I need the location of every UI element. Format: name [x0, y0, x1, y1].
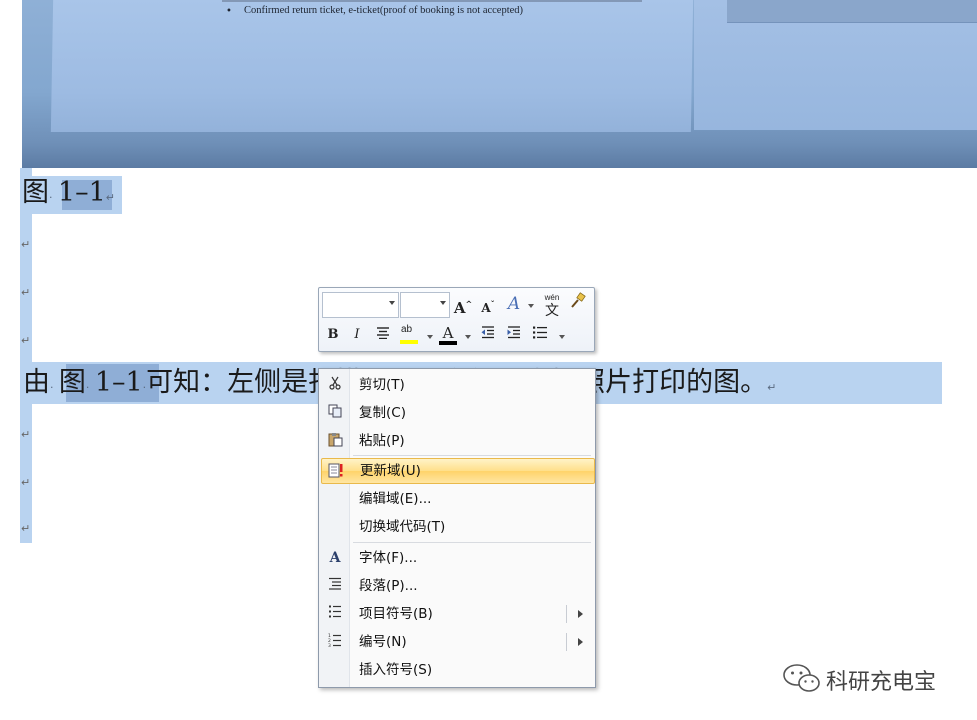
- bold-button[interactable]: B: [322, 324, 344, 346]
- menu-separator: [353, 542, 591, 543]
- shrink-font-button[interactable]: Aˇ: [477, 293, 499, 315]
- paragraph-mark: ↵: [21, 476, 31, 489]
- photo-bullet: •: [226, 6, 232, 17]
- paragraph-mark: ↵: [21, 334, 31, 347]
- caption-prefix: 图: [22, 177, 49, 208]
- photo-cut-text-line: [222, 0, 642, 2]
- center-align-icon: [377, 327, 389, 340]
- format-painter-icon: [571, 292, 586, 308]
- paragraph-icon: [325, 577, 345, 595]
- menu-item-cut[interactable]: 剪切(T): [321, 372, 593, 398]
- numbering-icon: 123: [325, 633, 345, 651]
- body-field-prefix[interactable]: 图: [59, 367, 86, 398]
- photo-text-line: Confirmed return ticket, e-ticket(proof …: [244, 5, 524, 16]
- menu-item-paragraph[interactable]: 段落(P)...: [321, 573, 593, 599]
- svg-text:3: 3: [328, 643, 331, 647]
- increase-indent-button[interactable]: [503, 324, 525, 346]
- increase-indent-icon: [507, 326, 520, 339]
- body-text-before: 由: [23, 367, 50, 398]
- wechat-icon: [783, 664, 820, 692]
- font-size-combo[interactable]: [400, 292, 450, 318]
- update-field-icon: [326, 463, 346, 481]
- font-name-combo[interactable]: [322, 292, 399, 318]
- photo-dark-block: [727, 0, 977, 23]
- menu-item-toggle-field-codes[interactable]: 切换域代码(T): [321, 514, 593, 540]
- menu-item-numbering[interactable]: 123 编号(N): [321, 629, 593, 655]
- photo-paper-left: [50, 0, 694, 132]
- font-color-swatch: [439, 341, 457, 345]
- context-menu: 剪切(T) 复制(C) 粘贴(P) 更新域(U) 编辑域(E)... 切换域代码…: [318, 368, 596, 688]
- menu-separator: [353, 455, 591, 456]
- submenu-divider: [566, 605, 567, 623]
- italic-button[interactable]: I: [346, 324, 368, 346]
- menu-item-bullets[interactable]: 项目符号(B): [321, 601, 593, 627]
- paragraph-mark: ↵: [21, 522, 31, 535]
- phonetic-guide-button[interactable]: wén 文: [539, 290, 565, 317]
- menu-item-edit-field[interactable]: 编辑域(E)...: [321, 486, 593, 512]
- decrease-indent-button[interactable]: [477, 324, 499, 346]
- bullets-icon: [533, 326, 547, 339]
- highlight-button[interactable]: ab: [398, 324, 420, 348]
- bullets-button[interactable]: [529, 324, 551, 346]
- figure-caption[interactable]: 图· 1–1↵: [22, 175, 115, 216]
- highlight-dropdown-icon[interactable]: [427, 335, 433, 339]
- menu-item-paste[interactable]: 粘贴(P): [321, 428, 593, 454]
- font-icon: A: [329, 550, 341, 566]
- document-photo: • Confirmed return ticket, e-ticket(proo…: [22, 0, 977, 168]
- bullets-icon: [325, 605, 345, 623]
- menu-item-insert-symbol[interactable]: 插入符号(S): [321, 657, 593, 683]
- paragraph-mark: ↵: [21, 238, 31, 251]
- paragraph-mark: ↵: [21, 428, 31, 441]
- styles-button[interactable]: A: [503, 293, 525, 315]
- format-painter-button[interactable]: [567, 292, 589, 314]
- decrease-indent-icon: [481, 326, 494, 339]
- menu-item-copy[interactable]: 复制(C): [321, 400, 593, 426]
- center-align-button[interactable]: [372, 324, 394, 346]
- menu-item-font[interactable]: A 字体(F)...: [321, 545, 593, 571]
- submenu-arrow-icon[interactable]: [578, 638, 583, 646]
- submenu-arrow-icon[interactable]: [578, 610, 583, 618]
- copy-icon: [325, 404, 345, 422]
- body-field-number[interactable]: 1–1: [95, 367, 143, 398]
- highlight-color-swatch: [400, 340, 418, 344]
- submenu-divider: [566, 633, 567, 651]
- paste-icon: [325, 432, 345, 450]
- bullets-dropdown-icon[interactable]: [559, 335, 565, 339]
- font-color-dropdown-icon[interactable]: [465, 335, 471, 339]
- styles-dropdown-icon[interactable]: [528, 304, 534, 308]
- paragraph-mark: ↵: [21, 286, 31, 299]
- grow-font-button[interactable]: A^: [452, 293, 474, 317]
- font-color-button[interactable]: A: [437, 322, 459, 345]
- mini-toolbar: A^ Aˇ A wén 文 B I ab A: [318, 287, 595, 352]
- menu-item-update-field[interactable]: 更新域(U): [321, 458, 595, 484]
- scissors-icon: [325, 376, 345, 394]
- caption-number[interactable]: 1–1: [58, 177, 106, 208]
